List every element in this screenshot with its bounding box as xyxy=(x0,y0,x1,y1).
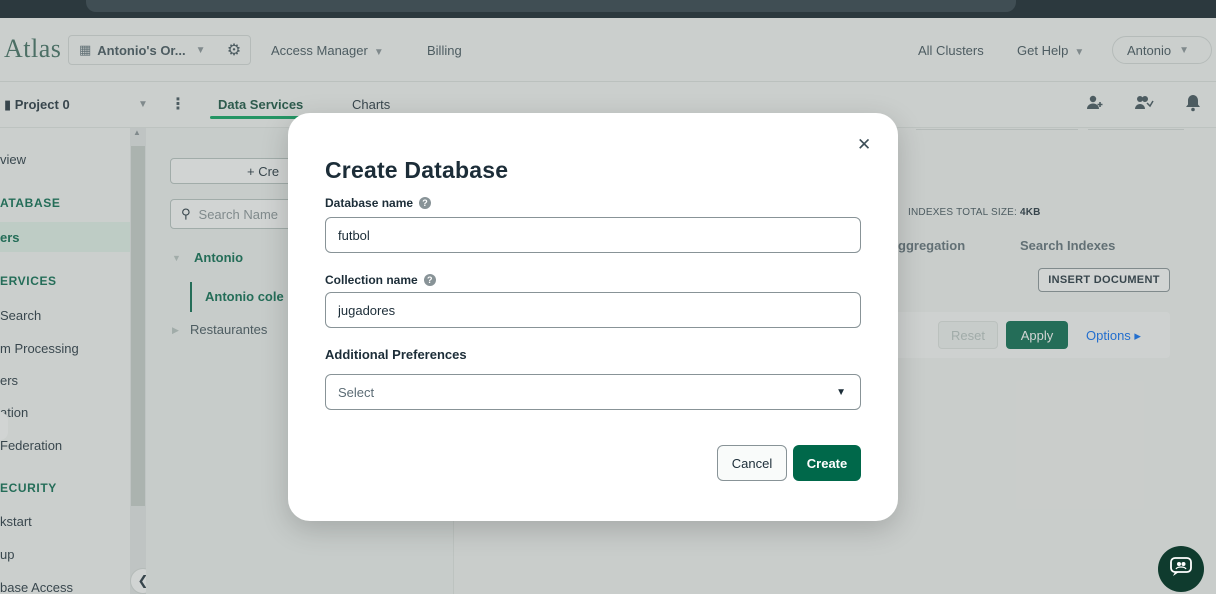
collection-name-input[interactable] xyxy=(325,292,861,328)
chevron-down-icon: ▼ xyxy=(836,387,846,398)
chat-icon xyxy=(1169,556,1193,583)
additional-preferences-select[interactable]: Select ▼ xyxy=(325,374,861,410)
select-value: Select xyxy=(338,384,375,400)
create-database-modal: ✕ Create Database Database name ? Collec… xyxy=(288,113,898,521)
help-icon[interactable]: ? xyxy=(419,197,432,209)
database-name-label-text: Database name xyxy=(325,196,414,210)
help-icon[interactable]: ? xyxy=(423,274,436,286)
collection-name-label-text: Collection name xyxy=(325,273,418,287)
create-button[interactable]: Create xyxy=(793,445,861,481)
additional-preferences-label: Additional Preferences xyxy=(325,347,467,362)
modal-title: Create Database xyxy=(325,157,509,183)
cancel-button[interactable]: Cancel xyxy=(717,445,787,481)
collection-name-label: Collection name ? xyxy=(325,273,436,287)
database-name-label: Database name ? xyxy=(325,196,432,210)
close-icon[interactable]: ✕ xyxy=(857,135,871,155)
database-name-input[interactable] xyxy=(325,217,861,253)
chat-support-button[interactable] xyxy=(1158,546,1204,592)
